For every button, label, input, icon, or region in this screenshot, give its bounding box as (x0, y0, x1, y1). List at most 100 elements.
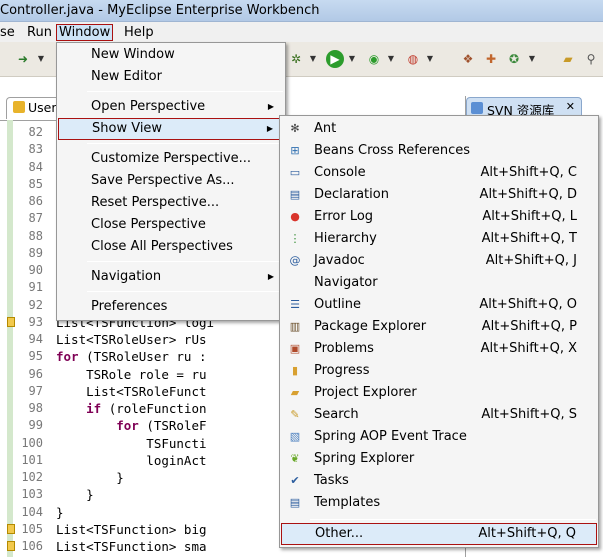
menu-item-reset-perspective[interactable]: Reset Perspective... (58, 192, 284, 214)
menu-item-open-perspective[interactable]: Open Perspective ▶ (58, 96, 284, 118)
menu-source[interactable]: se (0, 24, 17, 41)
menu-window[interactable]: Window (56, 24, 114, 41)
close-icon[interactable]: ✕ (566, 100, 575, 113)
code-text: } (56, 470, 124, 485)
view-item-tasks[interactable]: ✔ Tasks (281, 470, 597, 492)
warning-marker-icon[interactable] (7, 541, 15, 551)
code-text: } (56, 504, 64, 520)
view-item-navigator[interactable]: Navigator (281, 272, 597, 294)
view-item-problems[interactable]: ▣ Problems Alt+Shift+Q, X (281, 338, 597, 360)
view-item-spring-explorer[interactable]: ❦ Spring Explorer (281, 448, 597, 470)
error-log-icon: ● (290, 210, 300, 223)
spring-aop-icon: ▧ (289, 430, 301, 443)
bug-icon[interactable]: ✲ (287, 50, 305, 68)
code-text: } (56, 487, 94, 503)
menu-item-preferences[interactable]: Preferences (58, 296, 284, 318)
menu-separator (87, 143, 283, 144)
view-item-label: Hierarchy (314, 231, 377, 246)
view-item-label: Problems (314, 341, 374, 356)
view-item-search[interactable]: ✎ Search Alt+Shift+Q, S (281, 404, 597, 426)
menu-item-close-perspective[interactable]: Close Perspective (58, 214, 284, 236)
menu-item-label: Navigation (91, 269, 162, 284)
menu-item-label: Preferences (91, 299, 168, 314)
chevron-down-icon[interactable]: ▼ (36, 50, 46, 68)
ant-icon: ✻ (290, 122, 300, 135)
menu-run[interactable]: Run (25, 24, 54, 41)
view-item-hierarchy[interactable]: ⋮ Hierarchy Alt+Shift+Q, T (281, 228, 597, 250)
run-icon[interactable]: ▶ (326, 50, 344, 68)
view-item-spring-aop-event-trace[interactable]: ▧ Spring AOP Event Trace (281, 426, 597, 448)
chevron-down-icon[interactable]: ▼ (386, 50, 396, 68)
menu-item-save-perspective-as[interactable]: Save Perspective As... (58, 170, 284, 192)
hierarchy-icon: ⋮ (289, 232, 301, 245)
code-text: for (TSRoleUser ru : (56, 349, 207, 365)
run-config-icon[interactable]: ◉ (365, 50, 383, 68)
view-item-package-explorer[interactable]: ▥ Package Explorer Alt+Shift+Q, P (281, 316, 597, 338)
view-item-ant[interactable]: ✻ Ant (281, 118, 597, 140)
view-item-label: Javadoc (314, 253, 365, 268)
menu-item-show-view[interactable]: Show View ▶ (58, 118, 284, 140)
spring-explorer-icon: ❦ (290, 452, 300, 465)
view-item-other[interactable]: Other... Alt+Shift+Q, Q (281, 523, 597, 545)
menu-item-customize-perspective[interactable]: Customize Perspective... (58, 148, 284, 170)
menu-separator (87, 91, 283, 92)
menu-help[interactable]: Help (122, 24, 156, 41)
warning-marker-icon[interactable] (7, 523, 15, 534)
line-number: 91 (28, 280, 43, 295)
code-text: List<TSRoleFunct (56, 383, 207, 399)
line-number: 86 (28, 194, 43, 208)
search-icon[interactable]: ⚲ (582, 50, 600, 68)
view-item-templates[interactable]: ▤ Templates (281, 492, 597, 514)
menu-item-label: Reset Perspective... (91, 195, 220, 210)
line-number: 85 (28, 176, 43, 191)
tasks-icon: ✔ (290, 474, 300, 487)
chevron-down-icon[interactable]: ▼ (425, 50, 435, 68)
server-icon[interactable]: ◍ (404, 50, 422, 68)
line-number: 99 (28, 418, 43, 433)
menu-item-label: Open Perspective (91, 99, 206, 114)
new-icon[interactable]: ✪ (505, 50, 523, 68)
new-class-icon[interactable]: ✚ (482, 50, 500, 68)
line-number: 89 (28, 245, 43, 260)
chevron-down-icon[interactable]: ▼ (347, 50, 357, 68)
code-text: List<TSRoleUser> rUs (56, 332, 207, 347)
line-number: 92 (28, 297, 43, 312)
menu-separator (87, 261, 283, 262)
menu-item-navigation[interactable]: Navigation ▶ (58, 266, 284, 288)
view-item-label: Ant (314, 121, 337, 136)
view-item-javadoc[interactable]: @ Javadoc Alt+Shift+Q, J (281, 250, 597, 272)
line-number: 84 (28, 159, 43, 174)
window-menu: New Window New Editor Open Perspective ▶ Sho… (56, 42, 286, 321)
new-package-icon[interactable]: ❖ (459, 50, 477, 68)
submenu-arrow-icon: ▶ (267, 272, 274, 281)
view-item-beans-cross-references[interactable]: ⊞ Beans Cross References (281, 140, 597, 162)
menu-item-new-editor[interactable]: New Editor (58, 66, 284, 88)
code-text: TSFuncti (56, 435, 207, 451)
code-text: loginAct (56, 452, 207, 468)
view-item-progress[interactable]: ▮ Progress (281, 360, 597, 382)
chevron-down-icon[interactable]: ▼ (308, 50, 318, 68)
view-item-declaration[interactable]: ▤ Declaration Alt+Shift+Q, D (281, 184, 597, 206)
menu-item-label: Close All Perspectives (91, 239, 233, 254)
code-text: List<TSFunction> sma (56, 539, 207, 554)
menu-item-new-window[interactable]: New Window (58, 44, 284, 66)
title-bar: Controller.java - MyEclipse Enterprise W… (0, 0, 603, 22)
progress-icon: ▮ (291, 364, 299, 377)
view-item-console[interactable]: ▭ Console Alt+Shift+Q, C (281, 162, 597, 184)
line-number: 82 (28, 125, 43, 139)
warning-marker-icon[interactable] (7, 316, 15, 327)
view-item-outline[interactable]: ☰ Outline Alt+Shift+Q, O (281, 294, 597, 316)
menu-item-label: Customize Perspective... (91, 151, 252, 166)
view-item-error-log[interactable]: ● Error Log Alt+Shift+Q, L (281, 206, 597, 228)
package-explorer-icon: ▥ (289, 320, 301, 333)
chevron-down-icon[interactable]: ▼ (527, 50, 537, 68)
line-number: 100 (21, 435, 43, 450)
open-folder-icon[interactable]: ▰ (559, 50, 577, 68)
menu-item-close-all-perspectives[interactable]: Close All Perspectives (58, 236, 284, 258)
view-item-label: Navigator (314, 275, 378, 290)
show-view-submenu: ✻ Ant ⊞ Beans Cross References ▭ Console Alt+S… (279, 115, 599, 548)
open-icon[interactable]: ➜ (14, 50, 32, 68)
view-item-project-explorer[interactable]: ▰ Project Explorer (281, 382, 597, 404)
editor-tab-label: User (28, 100, 57, 115)
view-item-label: Project Explorer (314, 385, 417, 400)
